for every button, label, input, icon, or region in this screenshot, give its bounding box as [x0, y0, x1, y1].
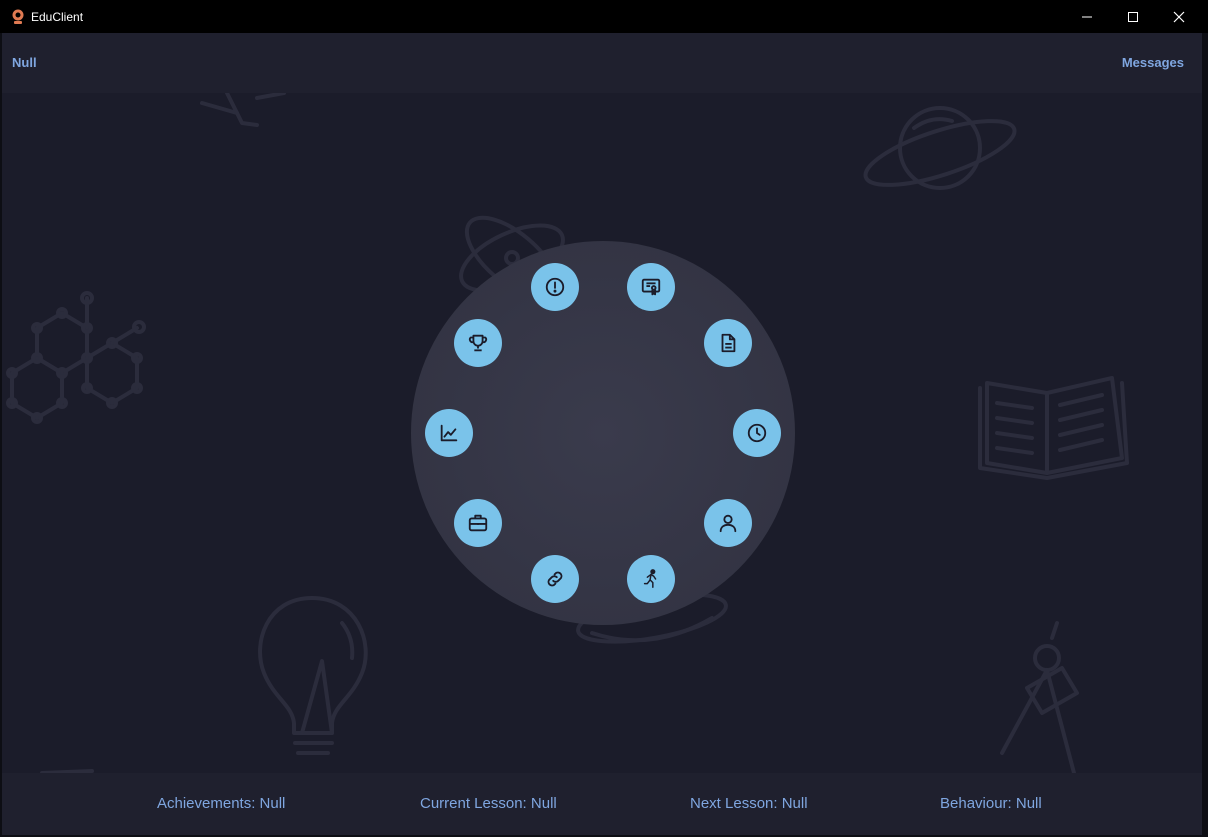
maximize-icon — [1128, 11, 1138, 22]
light-bulb-doodle-icon — [258, 596, 368, 755]
status-footer: Achievements: Null Current Lesson: Null … — [2, 773, 1202, 835]
briefcase-icon — [468, 514, 488, 532]
close-button[interactable] — [1156, 0, 1202, 33]
trophy-icon — [468, 334, 488, 352]
minimize-icon — [1082, 16, 1092, 17]
chart-icon — [440, 424, 458, 442]
clock-icon — [747, 423, 767, 443]
alerts-button[interactable] — [531, 263, 579, 311]
messages-link[interactable]: Messages — [1122, 55, 1184, 70]
close-icon — [1173, 11, 1185, 22]
window-title: EduClient — [31, 10, 84, 24]
alert-circle-icon — [545, 277, 565, 297]
book-doodle-icon — [978, 376, 1129, 480]
document-icon — [721, 333, 736, 353]
maximize-button[interactable] — [1110, 0, 1156, 33]
app-window: EduClient Null Messages Achievements: Nu… — [0, 0, 1208, 837]
achievements-status: Achievements: Null — [157, 795, 286, 812]
certificate-icon — [641, 278, 661, 296]
next-lesson-status: Next Lesson: Null — [690, 795, 808, 812]
documents-button[interactable] — [704, 319, 752, 367]
timetable-button[interactable] — [733, 409, 781, 457]
title-bar[interactable]: EduClient — [0, 0, 1208, 33]
work-button[interactable] — [454, 499, 502, 547]
compass-doodle-icon — [1000, 621, 1079, 773]
running-icon — [643, 569, 657, 588]
app-logo-icon — [11, 9, 25, 25]
planet-doodle-icon — [863, 106, 1017, 190]
achievements-button[interactable] — [454, 319, 502, 367]
current-lesson-status: Current Lesson: Null — [420, 795, 557, 812]
window-border-right — [1202, 33, 1208, 837]
user-icon — [719, 514, 737, 533]
top-header: Null Messages — [2, 33, 1202, 93]
behaviour-status: Behaviour: Null — [940, 795, 1042, 812]
minimize-button[interactable] — [1064, 0, 1110, 33]
link-icon — [547, 571, 563, 587]
main-area — [2, 93, 1202, 773]
window-border-left — [0, 33, 2, 837]
user-name-label[interactable]: Null — [12, 55, 37, 70]
activities-button[interactable] — [627, 555, 675, 603]
navigation-dial — [411, 241, 795, 625]
certificates-button[interactable] — [627, 263, 675, 311]
statistics-button[interactable] — [425, 409, 473, 457]
links-button[interactable] — [531, 555, 579, 603]
molecule-doodle-icon — [6, 291, 146, 424]
profile-button[interactable] — [704, 499, 752, 547]
telescope-doodle-icon — [200, 93, 286, 127]
